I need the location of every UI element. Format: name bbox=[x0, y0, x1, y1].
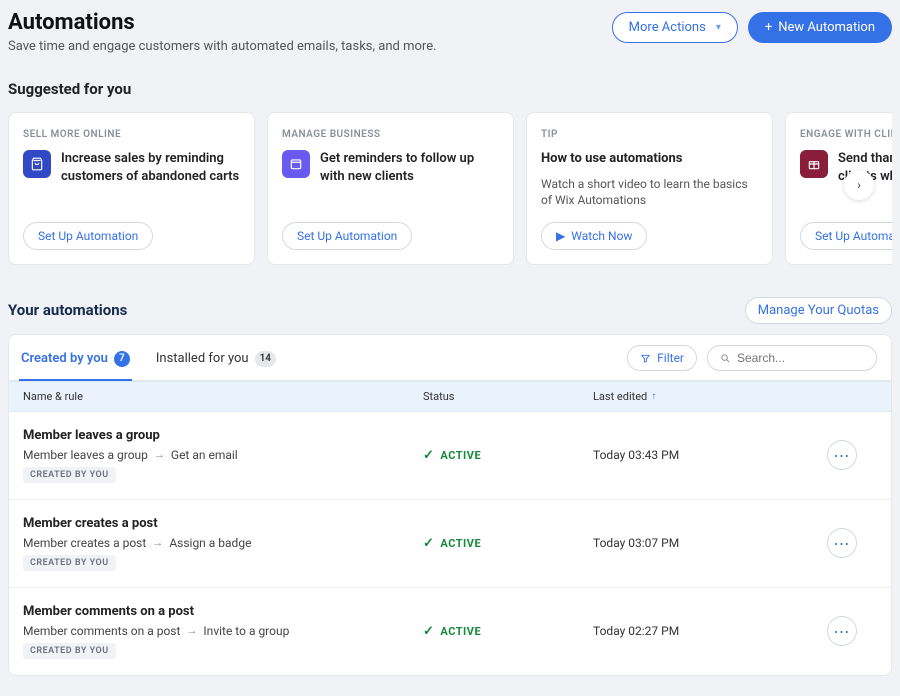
automation-title: Member comments on a post bbox=[23, 604, 423, 619]
automation-rule: Member leaves a group → Get an email bbox=[23, 448, 423, 462]
table-header: Name & rule Status Last edited ↑ bbox=[9, 381, 891, 412]
automation-rule: Member creates a post → Assign a badge bbox=[23, 536, 423, 550]
page-title: Automations bbox=[8, 10, 437, 35]
more-actions-button[interactable]: More Actions ▾ bbox=[612, 12, 738, 43]
gift-icon bbox=[800, 150, 828, 178]
row-more-button[interactable]: ⋯ bbox=[827, 528, 857, 558]
chevron-down-icon: ▾ bbox=[716, 22, 721, 33]
suggestion-card: SELL MORE ONLINE Increase sales by remin… bbox=[8, 112, 255, 265]
check-icon: ✓ bbox=[423, 536, 434, 551]
new-automation-label: New Automation bbox=[778, 20, 875, 35]
automation-row[interactable]: Member leaves a group Member leaves a gr… bbox=[9, 412, 891, 500]
watch-now-label: Watch Now bbox=[571, 229, 632, 243]
manage-quotas-link[interactable]: Manage Your Quotas bbox=[745, 297, 892, 324]
search-input[interactable] bbox=[737, 351, 857, 365]
suggestion-card: ENGAGE WITH CLIENTS Send thank you email… bbox=[785, 112, 892, 265]
automation-title: Member leaves a group bbox=[23, 428, 423, 443]
column-status[interactable]: Status bbox=[423, 390, 593, 403]
created-by-you-tag: CREATED BY YOU bbox=[23, 467, 116, 483]
card-eyebrow: TIP bbox=[541, 129, 758, 140]
suggestion-card: MANAGE BUSINESS Get reminders to follow … bbox=[267, 112, 514, 265]
row-more-button[interactable]: ⋯ bbox=[827, 616, 857, 646]
suggested-cards-row: SELL MORE ONLINE Increase sales by remin… bbox=[8, 112, 892, 273]
tab-label: Created by you bbox=[21, 351, 108, 366]
tab-created-by-you[interactable]: Created by you 7 bbox=[19, 345, 132, 381]
search-field[interactable] bbox=[707, 345, 877, 371]
arrow-right-icon: → bbox=[186, 624, 197, 637]
filter-label: Filter bbox=[657, 351, 684, 365]
filter-button[interactable]: Filter bbox=[627, 345, 697, 371]
card-eyebrow: ENGAGE WITH CLIENTS bbox=[800, 129, 892, 140]
search-icon bbox=[720, 353, 731, 364]
watch-now-button[interactable]: ▶ Watch Now bbox=[541, 222, 647, 250]
status-active: ✓ ACTIVE bbox=[423, 624, 593, 639]
calendar-icon bbox=[282, 150, 310, 178]
chevron-right-icon: › bbox=[857, 178, 861, 192]
tab-count-badge: 7 bbox=[114, 351, 130, 367]
tab-label: Installed for you bbox=[156, 351, 249, 366]
suggested-heading: Suggested for you bbox=[8, 80, 892, 98]
tab-installed-for-you[interactable]: Installed for you 14 bbox=[154, 345, 278, 381]
automation-row[interactable]: Member comments on a post Member comment… bbox=[9, 588, 891, 675]
setup-automation-button[interactable]: Set Up Automation bbox=[23, 222, 153, 250]
scroll-right-button[interactable]: › bbox=[844, 170, 874, 200]
automation-rule: Member comments on a post → Invite to a … bbox=[23, 624, 423, 638]
more-horizontal-icon: ⋯ bbox=[834, 446, 851, 465]
plus-icon: + bbox=[765, 20, 772, 35]
setup-automation-button[interactable]: Set Up Automation bbox=[800, 222, 892, 250]
setup-automation-button[interactable]: Set Up Automation bbox=[282, 222, 412, 250]
page-subtitle: Save time and engage customers with auto… bbox=[8, 39, 437, 54]
automation-title: Member creates a post bbox=[23, 516, 423, 531]
card-title: How to use automations bbox=[541, 150, 682, 168]
row-more-button[interactable]: ⋯ bbox=[827, 440, 857, 470]
created-by-you-tag: CREATED BY YOU bbox=[23, 555, 116, 571]
card-eyebrow: MANAGE BUSINESS bbox=[282, 129, 499, 140]
last-edited: Today 03:43 PM bbox=[593, 448, 827, 462]
last-edited: Today 03:07 PM bbox=[593, 536, 827, 550]
suggestion-card-tip: TIP How to use automations Watch a short… bbox=[526, 112, 773, 265]
card-title: Increase sales by reminding customers of… bbox=[61, 150, 240, 185]
sort-ascending-icon: ↑ bbox=[651, 391, 656, 402]
shopping-bag-icon bbox=[23, 150, 51, 178]
tab-count-badge: 14 bbox=[255, 351, 276, 367]
arrow-right-icon: → bbox=[152, 536, 163, 549]
card-subtext: Watch a short video to learn the basics … bbox=[541, 176, 758, 208]
more-horizontal-icon: ⋯ bbox=[834, 534, 851, 553]
card-eyebrow: SELL MORE ONLINE bbox=[23, 129, 240, 140]
column-last-edited[interactable]: Last edited ↑ bbox=[593, 390, 827, 403]
automations-panel: Created by you 7 Installed for you 14 Fi… bbox=[8, 334, 892, 676]
last-edited: Today 02:27 PM bbox=[593, 624, 827, 638]
page-header: Automations Save time and engage custome… bbox=[8, 0, 892, 68]
more-horizontal-icon: ⋯ bbox=[834, 622, 851, 641]
more-actions-label: More Actions bbox=[629, 20, 706, 35]
status-active: ✓ ACTIVE bbox=[423, 536, 593, 551]
arrow-right-icon: → bbox=[154, 448, 165, 461]
filter-icon bbox=[640, 353, 651, 364]
check-icon: ✓ bbox=[423, 624, 434, 639]
check-icon: ✓ bbox=[423, 448, 434, 463]
card-title: Get reminders to follow up with new clie… bbox=[320, 150, 499, 185]
automations-heading: Your automations bbox=[8, 301, 127, 319]
new-automation-button[interactable]: + New Automation bbox=[748, 12, 892, 43]
play-icon: ▶ bbox=[556, 229, 565, 243]
column-name[interactable]: Name & rule bbox=[23, 390, 423, 403]
status-active: ✓ ACTIVE bbox=[423, 448, 593, 463]
created-by-you-tag: CREATED BY YOU bbox=[23, 643, 116, 659]
automation-row[interactable]: Member creates a post Member creates a p… bbox=[9, 500, 891, 588]
